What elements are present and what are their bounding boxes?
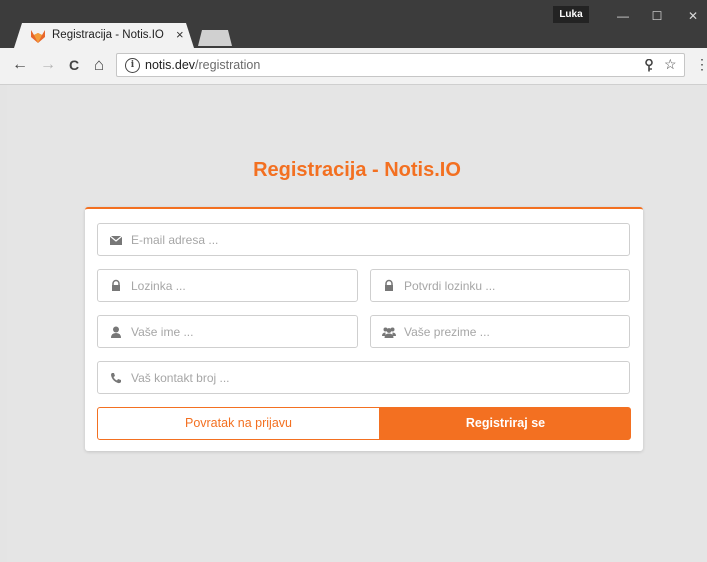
password-field[interactable] — [97, 269, 358, 302]
confirm-password-input[interactable] — [404, 270, 622, 301]
last-name-field[interactable] — [370, 315, 630, 348]
email-field[interactable] — [97, 223, 630, 256]
user-icon — [111, 326, 121, 338]
profile-badge[interactable]: Luka — [553, 6, 589, 23]
last-name-input[interactable] — [404, 316, 622, 347]
back-arrow-icon[interactable]: ← — [10, 55, 30, 75]
url-host: notis.dev — [145, 58, 196, 72]
tab-title: Registracija - Notis.IO — [52, 29, 164, 41]
phone-input[interactable] — [131, 362, 622, 393]
info-icon[interactable]: i — [125, 58, 140, 73]
registration-form: Povratak na prijavu Registriraj se — [85, 207, 643, 451]
url-path: /registration — [195, 58, 261, 72]
maximize-icon[interactable]: ☐ — [642, 6, 672, 26]
first-name-input[interactable] — [131, 316, 350, 347]
email-input[interactable] — [131, 224, 622, 255]
password-input[interactable] — [131, 270, 350, 301]
phone-icon — [111, 373, 121, 384]
tab-close-icon[interactable]: × — [176, 27, 184, 43]
register-button[interactable]: Registriraj se — [380, 407, 631, 440]
browser-toolbar: ← → C ⌂ i notis.dev/registration ☆ ⋮ — [0, 48, 707, 85]
envelope-icon — [109, 235, 123, 245]
menu-dots-icon[interactable]: ⋮ — [695, 56, 707, 72]
close-window-icon[interactable]: ✕ — [678, 6, 707, 26]
forward-arrow-icon[interactable]: → — [38, 55, 58, 75]
browser-window: Registracija - Notis.IO × Luka — ☐ ✕ ← →… — [0, 0, 707, 562]
page-content: Registracija - Notis.IO E-mail adresa ..… — [7, 85, 707, 562]
title-bar: Registracija - Notis.IO × Luka — ☐ ✕ — [0, 0, 707, 48]
page-title: Registracija - Notis.IO — [253, 159, 461, 181]
reload-icon[interactable]: C — [64, 55, 84, 75]
phone-field[interactable] — [97, 361, 630, 394]
key-icon[interactable] — [644, 59, 654, 72]
browser-tab[interactable]: Registracija - Notis.IO × — [14, 23, 194, 48]
confirm-password-field[interactable] — [370, 269, 630, 302]
home-icon[interactable]: ⌂ — [89, 55, 109, 75]
lock-icon — [385, 279, 393, 291]
users-icon — [382, 327, 396, 338]
lock-icon — [112, 279, 120, 291]
first-name-field[interactable] — [97, 315, 358, 348]
new-tab-button[interactable] — [198, 30, 232, 46]
back-to-login-button[interactable]: Povratak na prijavu — [97, 407, 380, 440]
minimize-icon[interactable]: — — [608, 6, 638, 26]
star-icon[interactable]: ☆ — [664, 56, 677, 73]
address-bar[interactable]: i notis.dev/registration ☆ — [116, 53, 685, 77]
url-text: notis.dev/registration — [145, 58, 260, 72]
favicon-fox-icon — [31, 30, 45, 43]
